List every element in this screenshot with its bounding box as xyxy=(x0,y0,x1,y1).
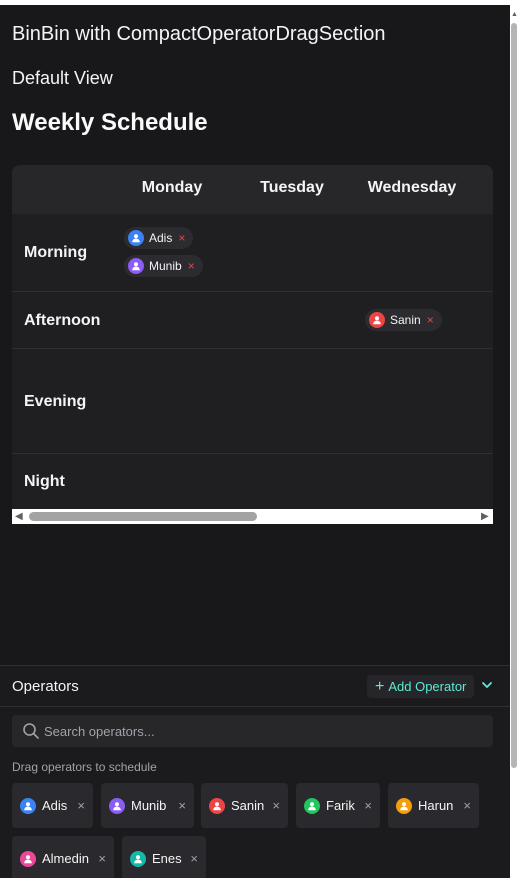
day-header-wednesday: Wednesday xyxy=(367,179,457,196)
search-icon xyxy=(22,722,40,745)
search-input[interactable] xyxy=(44,721,474,741)
shift-label-night: Night xyxy=(24,473,65,490)
operators-panel: Operators + Add Operator Drag operators … xyxy=(0,665,510,878)
close-icon[interactable]: × xyxy=(188,260,195,272)
scroll-right-icon[interactable]: ▶ xyxy=(481,511,489,522)
operators-header: Operators + Add Operator xyxy=(0,666,510,707)
page-title: BinBin with CompactOperatorDragSection xyxy=(12,23,386,45)
schedule-row-morning: Morning Adis × Munib × xyxy=(12,214,493,291)
operator-name: Sanin xyxy=(231,798,265,813)
schedule-header: Monday Tuesday Wednesday xyxy=(12,165,493,214)
close-icon[interactable]: × xyxy=(364,798,372,813)
close-icon[interactable]: × xyxy=(178,798,186,813)
user-icon xyxy=(304,797,320,814)
operator-name: Farik xyxy=(326,798,355,813)
chevron-down-icon[interactable] xyxy=(480,678,494,697)
chip-name: Munib xyxy=(149,259,182,273)
close-icon[interactable]: × xyxy=(178,232,185,244)
user-icon xyxy=(128,258,144,274)
plus-icon: + xyxy=(375,677,385,695)
app-window: BinBin with CompactOperatorDragSection D… xyxy=(0,5,510,878)
user-icon xyxy=(209,797,225,814)
close-icon[interactable]: × xyxy=(190,851,198,866)
assigned-chip-adis[interactable]: Adis × xyxy=(124,227,194,249)
operator-name: Almedin xyxy=(42,851,89,866)
user-icon xyxy=(20,797,36,814)
assigned-chip-sanin[interactable]: Sanin × xyxy=(365,309,442,331)
operator-card-munib[interactable]: Munib × xyxy=(101,783,194,828)
operator-name: Harun xyxy=(418,798,454,813)
operator-name: Enes xyxy=(152,851,182,866)
operator-card-adis[interactable]: Adis × xyxy=(12,783,93,828)
user-icon xyxy=(109,797,125,814)
vertical-scrollbar[interactable]: ▲ xyxy=(510,5,518,878)
add-operator-label: Add Operator xyxy=(388,679,467,694)
schedule-grid: Monday Tuesday Wednesday Morning Adis × … xyxy=(12,165,493,509)
shift-label-evening: Evening xyxy=(24,393,87,410)
operator-name: Adis xyxy=(42,798,68,813)
close-icon[interactable]: × xyxy=(77,798,85,813)
operator-card-almedin[interactable]: Almedin × xyxy=(12,836,114,878)
close-icon[interactable]: × xyxy=(98,851,106,866)
day-header-tuesday: Tuesday xyxy=(260,179,324,196)
shift-label-morning: Morning xyxy=(24,244,88,261)
assigned-chip-munib[interactable]: Munib × xyxy=(124,255,203,277)
schedule-row-afternoon: Afternoon Sanin × xyxy=(12,291,493,348)
scroll-up-icon[interactable]: ▲ xyxy=(511,11,518,18)
operator-name: Munib xyxy=(131,798,167,813)
operator-search xyxy=(12,715,493,747)
user-icon xyxy=(20,850,36,867)
operator-card-harun[interactable]: Harun × xyxy=(388,783,479,828)
horizontal-scrollbar[interactable]: ◀ ▶ xyxy=(12,509,493,524)
close-icon[interactable]: × xyxy=(272,798,280,813)
schedule-row-night: Night xyxy=(12,453,493,509)
scrollbar-thumb[interactable] xyxy=(29,512,257,521)
user-icon xyxy=(128,230,144,246)
add-operator-button[interactable]: + Add Operator xyxy=(367,675,475,698)
chip-name: Sanin xyxy=(390,313,421,327)
scroll-left-icon[interactable]: ◀ xyxy=(15,511,23,522)
operator-card-farik[interactable]: Farik × xyxy=(296,783,380,828)
operator-card-enes[interactable]: Enes × xyxy=(122,836,206,878)
close-icon[interactable]: × xyxy=(427,314,434,326)
drag-hint: Drag operators to schedule xyxy=(12,760,157,774)
operator-card-sanin[interactable]: Sanin × xyxy=(201,783,288,828)
user-icon xyxy=(396,797,412,814)
chip-name: Adis xyxy=(149,231,173,245)
schedule-row-evening: Evening xyxy=(12,348,493,453)
operators-title: Operators xyxy=(12,678,79,695)
user-icon xyxy=(130,850,146,867)
day-header-monday: Monday xyxy=(141,179,203,196)
user-icon xyxy=(369,312,385,328)
shift-label-afternoon: Afternoon xyxy=(24,312,101,329)
schedule-title: Weekly Schedule xyxy=(12,109,208,136)
view-title: Default View xyxy=(12,68,113,88)
scrollbar-thumb[interactable] xyxy=(511,23,517,768)
close-icon[interactable]: × xyxy=(463,798,471,813)
